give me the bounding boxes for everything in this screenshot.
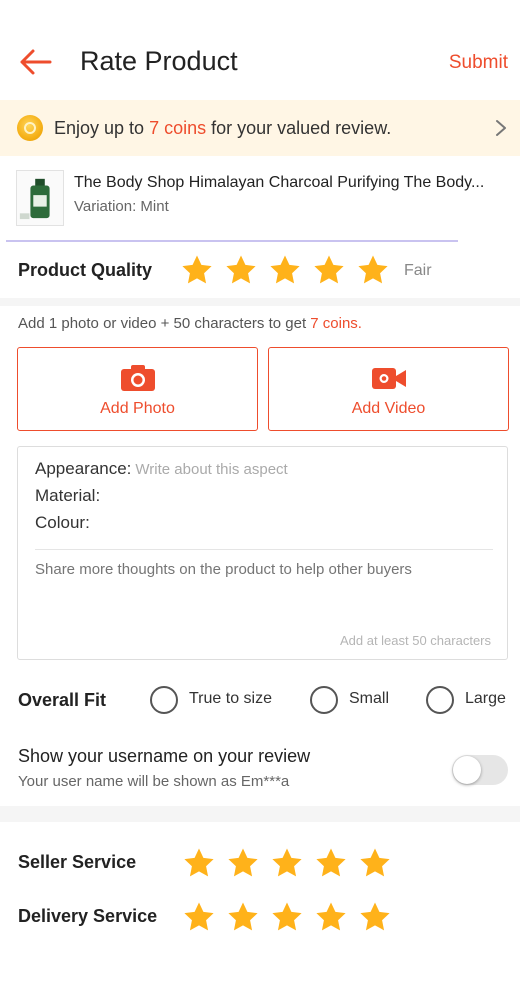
fit-true-to-size-radio[interactable] xyxy=(150,686,178,714)
product-quality-label: Product Quality xyxy=(18,260,153,280)
divider xyxy=(35,549,493,550)
fit-large-label[interactable]: Large xyxy=(465,690,506,708)
aspect-material[interactable]: Material: xyxy=(35,486,100,506)
aspect-label: Colour: xyxy=(35,513,90,532)
section-separator xyxy=(0,298,520,306)
back-arrow-icon[interactable] xyxy=(16,46,56,78)
aspect-label: Appearance: xyxy=(35,459,132,478)
fit-large-radio[interactable] xyxy=(426,686,454,714)
aspect-placeholder: Write about this aspect xyxy=(135,461,288,478)
media-hint-coins: 7 coins. xyxy=(310,315,362,332)
coins-banner[interactable]: Enjoy up to 7 coins for your valued revi… xyxy=(0,100,520,156)
delivery-service-label: Delivery Service xyxy=(18,906,158,926)
page-title: Rate Product xyxy=(80,46,238,76)
delivery-service-stars xyxy=(182,900,392,934)
rating-word: Fair xyxy=(404,262,432,279)
product-name: The Body Shop Himalayan Charcoal Purifyi… xyxy=(74,174,485,191)
product-summary: The Body Shop Himalayan Charcoal Purifyi… xyxy=(0,160,520,232)
star-icon[interactable] xyxy=(270,900,304,934)
star-icon[interactable] xyxy=(226,846,260,880)
show-username-toggle[interactable] xyxy=(452,755,508,785)
star-icon[interactable] xyxy=(314,900,348,934)
banner-coins-text: 7 coins xyxy=(149,118,207,138)
star-icon[interactable] xyxy=(314,846,348,880)
chevron-right-icon xyxy=(496,120,506,136)
add-video-button[interactable]: Add Video xyxy=(268,347,509,431)
seller-service-label: Seller Service xyxy=(18,852,137,872)
submit-button[interactable]: Submit xyxy=(449,52,508,74)
fit-true-to-size-label[interactable]: True to size xyxy=(189,690,272,708)
media-hint-text: Add 1 photo or video + 50 characters to … xyxy=(18,315,311,332)
star-icon[interactable] xyxy=(180,253,214,287)
coin-icon xyxy=(17,115,43,141)
star-icon[interactable] xyxy=(182,846,216,880)
fit-small-label[interactable]: Small xyxy=(349,690,389,708)
section-separator xyxy=(0,806,520,822)
coins-banner-text: Enjoy up to 7 coins for your valued revi… xyxy=(54,118,391,139)
media-hint: Add 1 photo or video + 50 characters to … xyxy=(18,315,362,332)
show-username-title: Show your username on your review xyxy=(18,746,311,766)
add-photo-label: Add Photo xyxy=(100,400,175,417)
overall-fit-label: Overall Fit xyxy=(18,690,107,710)
add-photo-button[interactable]: Add Photo xyxy=(17,347,258,431)
product-variation: Variation: Mint xyxy=(74,198,169,215)
fit-small-radio[interactable] xyxy=(310,686,338,714)
review-thoughts-input[interactable] xyxy=(35,561,493,621)
star-icon[interactable] xyxy=(268,253,302,287)
star-icon[interactable] xyxy=(226,900,260,934)
star-icon[interactable] xyxy=(358,846,392,880)
banner-text-before: Enjoy up to xyxy=(54,118,150,138)
toggle-knob xyxy=(453,756,481,784)
star-icon[interactable] xyxy=(356,253,390,287)
top-app-bar: Rate Product Submit xyxy=(0,22,520,100)
star-icon[interactable] xyxy=(312,253,346,287)
aspect-label: Material: xyxy=(35,486,101,505)
aspect-appearance[interactable]: Appearance: Write about this aspect xyxy=(35,459,288,479)
min-characters-hint: Add at least 50 characters xyxy=(339,633,491,648)
camera-icon xyxy=(120,365,155,391)
star-icon[interactable] xyxy=(224,253,258,287)
aspect-colour[interactable]: Colour: xyxy=(35,513,90,533)
star-icon[interactable] xyxy=(182,900,216,934)
video-camera-icon xyxy=(371,368,406,389)
product-quality-stars xyxy=(180,253,390,287)
add-video-label: Add Video xyxy=(351,400,426,417)
star-icon[interactable] xyxy=(358,900,392,934)
divider xyxy=(6,240,458,242)
show-username-subtitle: Your user name will be shown as Em***a xyxy=(18,773,290,790)
review-text-box[interactable]: Appearance: Write about this aspect Mater… xyxy=(17,446,508,660)
seller-service-stars xyxy=(182,846,392,880)
star-icon[interactable] xyxy=(270,846,304,880)
banner-text-after: for your valued review. xyxy=(206,118,392,138)
product-thumbnail xyxy=(16,170,64,226)
